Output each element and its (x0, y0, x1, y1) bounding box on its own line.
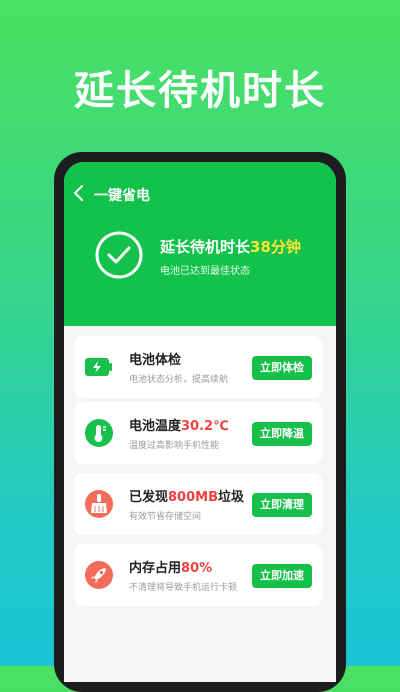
card-description: 有效节省存储空间 (129, 512, 202, 522)
promo-headline: 延长待机时长 (74, 68, 326, 114)
saved-time-value: 38分钟 (250, 238, 301, 256)
battery-charge-icon (85, 358, 112, 376)
memory-usage-value: 80% (181, 561, 213, 576)
card-title: 已发现800MB垃圾 (129, 490, 245, 505)
thermometer-icon (85, 419, 113, 447)
cool-down-button[interactable]: 立即降温 (252, 422, 312, 446)
clean-now-button[interactable]: 立即清理 (252, 493, 312, 517)
card-title: 内存占用80% (129, 561, 213, 576)
summary-title: 延长待机时长38分钟 (160, 238, 301, 256)
page-title: 一键省电 (94, 188, 150, 204)
junk-size-value: 800MB (168, 490, 218, 505)
back-arrow-icon[interactable] (72, 183, 86, 203)
junk-clean-card: 已发现800MB垃圾 有效节省存储空间 立即清理 (74, 473, 322, 535)
check-now-button[interactable]: 立即体检 (252, 356, 312, 380)
temperature-value: 30.2℃ (181, 419, 229, 434)
memory-usage-card: 内存占用80% 不清理将导致手机运行卡顿 立即加速 (74, 544, 322, 606)
speed-up-button[interactable]: 立即加速 (252, 564, 312, 588)
card-title: 电池温度30.2℃ (129, 419, 229, 434)
battery-check-card: 电池体检 电池状态分析，提高续航 立即体检 (74, 336, 322, 398)
check-circle-icon (95, 231, 143, 279)
status-header: 一键省电 延长待机时长38分钟 电池已达到最佳状态 (64, 162, 336, 326)
rocket-icon (85, 561, 113, 589)
card-description: 不清理将导致手机运行卡顿 (129, 583, 238, 593)
card-description: 温度过高影响手机性能 (129, 441, 220, 451)
card-title: 电池体检 (129, 353, 182, 368)
card-description: 电池状态分析，提高续航 (129, 375, 229, 385)
battery-temperature-card: 电池温度30.2℃ 温度过高影响手机性能 立即降温 (74, 402, 322, 464)
summary-subtitle: 电池已达到最佳状态 (160, 266, 250, 277)
broom-icon (85, 490, 113, 518)
app-screen: 一键省电 延长待机时长38分钟 电池已达到最佳状态 电池体检 电池状态分析，提高… (64, 162, 336, 682)
